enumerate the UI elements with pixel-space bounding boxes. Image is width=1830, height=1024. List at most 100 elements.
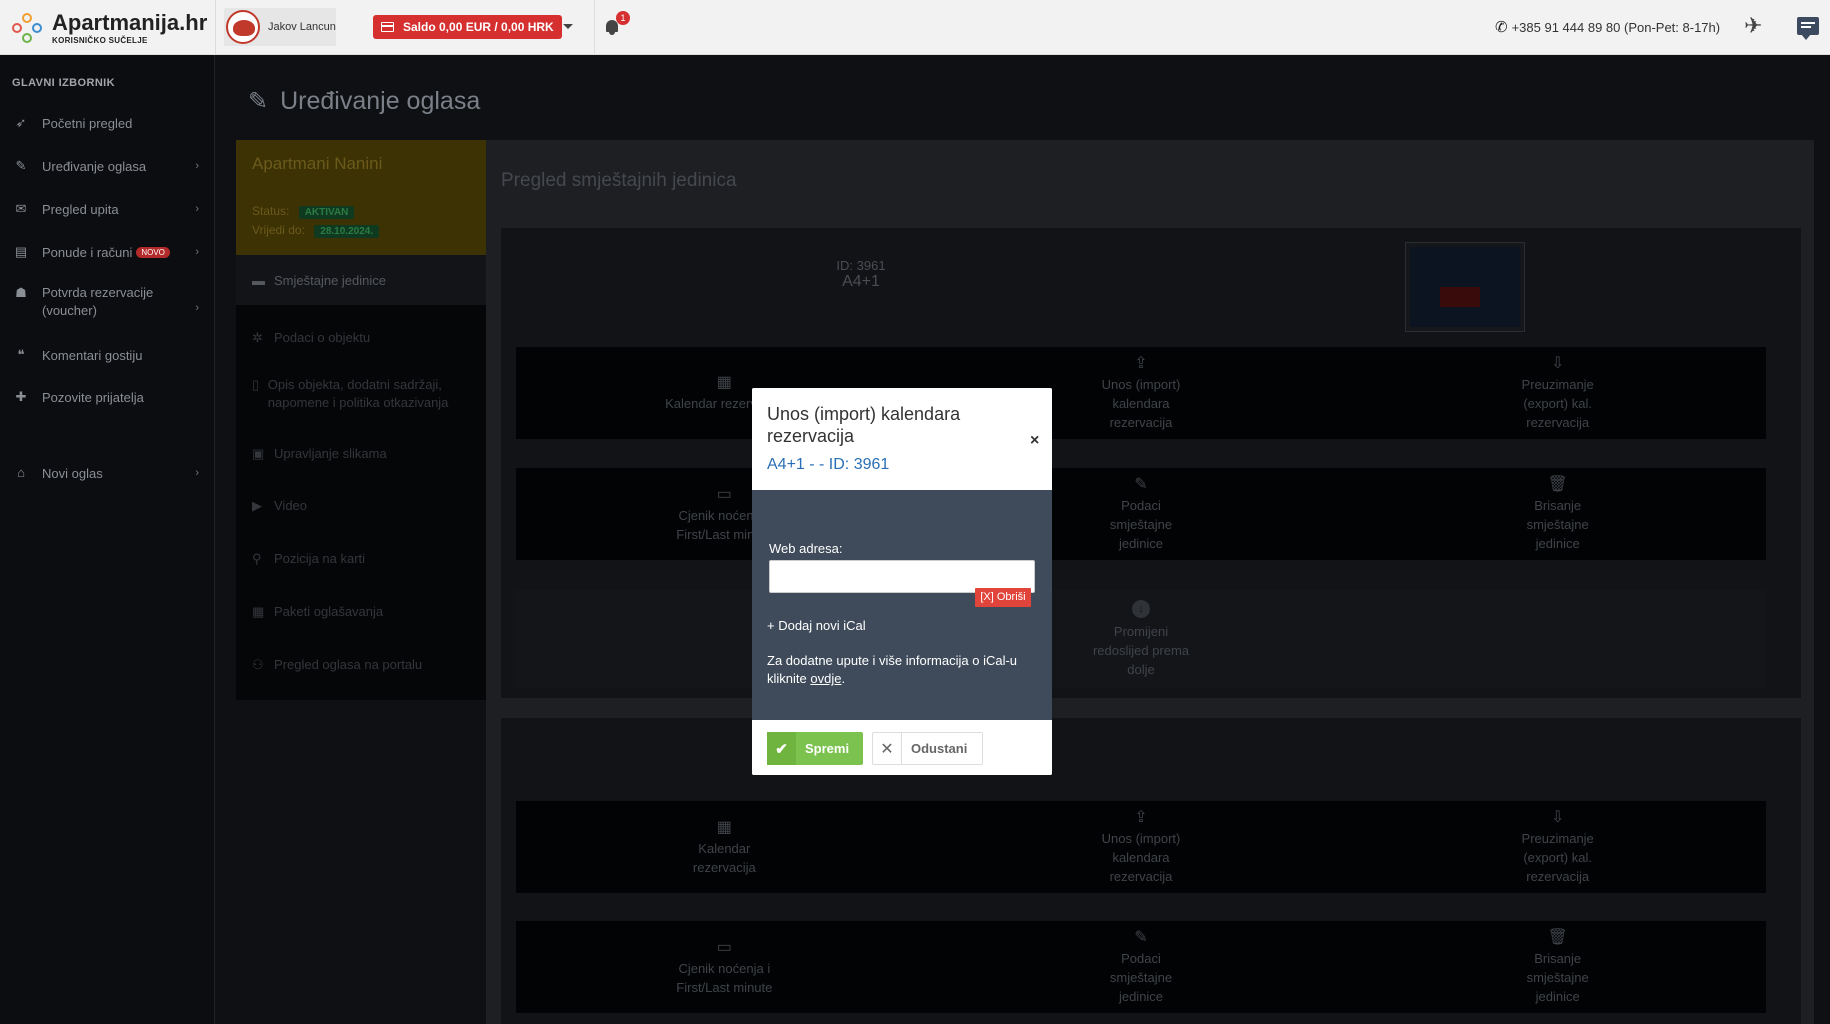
modal-header: Unos (import) kalendara rezervacija × A4…: [752, 388, 1052, 490]
calendar-button[interactable]: ▦ Kalendar rezervacija: [516, 801, 933, 893]
chevron-down-icon[interactable]: [563, 24, 573, 29]
sidebar-item-komentari-gostiju[interactable]: ❝ Komentari gostiju: [0, 345, 215, 365]
check-icon: ✔: [767, 732, 796, 765]
move-down-button[interactable]: ↓ Promijeni redoslijed prema dolje: [516, 590, 1766, 688]
modal-title: Unos (import) kalendara rezervacija: [767, 404, 961, 446]
sidebar-item-label: Početni pregled: [42, 115, 133, 131]
home-icon: ⌂: [17, 465, 25, 480]
object-menu-video[interactable]: ▶ Video: [236, 498, 486, 514]
add-ical-link[interactable]: + Dodaj novi iCal: [767, 618, 866, 633]
delete-unit-button[interactable]: 🗑 Brisanje smještajne jedinice: [1349, 921, 1766, 1013]
modal-footer: ✔ Spremi ✕ Odustani: [752, 720, 1052, 775]
sidebar-item-pregled-upita[interactable]: ✉ Pregled upita ›: [0, 199, 215, 219]
object-menu-pozicija-na-karti[interactable]: ⚲ Pozicija na karti: [236, 551, 486, 567]
sidebar-item-label: Ponude i računi: [42, 244, 133, 260]
save-button[interactable]: ✔ Spremi: [767, 732, 863, 765]
saldo-button[interactable]: Saldo 0,00 EUR / 0,00 HRK: [373, 15, 562, 39]
object-name[interactable]: Apartmani Nanini: [252, 154, 382, 174]
unit-card: A2+2 ▦Kalendar rezervacija ⇪Unos (import…: [501, 718, 1801, 1024]
status-label: Status:: [252, 204, 290, 218]
export-calendar-button[interactable]: ⇩ Preuzimanje (export) kal. rezervacija: [1349, 801, 1766, 893]
video-icon: ▶: [252, 498, 262, 513]
import-calendar-button[interactable]: ⇪ Unos (import) kalendara rezervacija: [933, 801, 1350, 893]
user-name: Jakov Lancun: [268, 21, 336, 33]
unit-actions-row: ▦ Kalendar rezervacija ⇪ Unos (import) kal…: [516, 347, 1766, 439]
object-menu-opis-objekta[interactable]: ▯ Opis objekta, dodatni sadržaji, napome…: [236, 376, 466, 412]
chat-icon[interactable]: [1797, 17, 1819, 40]
sidebar-heading: GLAVNI IZBORNIK: [12, 77, 115, 89]
object-menu-label: Podaci o objektu: [274, 330, 371, 345]
calendar-download-icon: ⇩: [1550, 355, 1565, 372]
valid-label: Vrijedi do:: [252, 223, 305, 237]
section-title: Pregled smještajnih jedinica: [501, 170, 737, 191]
unit-identity: ID: 3961 A4+1: [791, 258, 931, 291]
avatar: [226, 10, 260, 44]
support-phone: ✆ +385 91 444 89 80 (Pon-Pet: 8-17h): [1495, 17, 1720, 37]
sidebar-item-novi-oglas[interactable]: ⌂ Novi oglas ›: [0, 463, 215, 483]
object-menu-smjestajne-jedinice[interactable]: ▬ Smještajne jedinice: [236, 255, 486, 305]
map-marker-icon: ⚲: [252, 551, 262, 566]
help-text: Za dodatne upute i više informacija o iC…: [767, 653, 1018, 686]
sidebar-item-pocetni-pregled[interactable]: ➶ Početni pregled: [0, 113, 215, 133]
chevron-right-icon: ›: [195, 467, 199, 479]
object-menu-label: Smještajne jedinice: [274, 272, 387, 288]
object-menu-label: Video: [274, 498, 308, 513]
user-menu[interactable]: Jakov Lancun: [224, 8, 336, 46]
object-header: Apartmani Nanini Status: AKTIVAN Vrijedi…: [236, 140, 486, 255]
phone-icon: ✆: [1495, 19, 1508, 36]
delete-unit-button[interactable]: 🗑 Brisanje smještajne jedinice: [1349, 468, 1766, 560]
object-valid: Vrijedi do: 28.10.2024.: [252, 223, 380, 238]
calendar-upload-icon: ⇪: [1134, 809, 1148, 826]
sidebar-item-uredivanje-oglasa[interactable]: ✎ Uređivanje oglasa ›: [0, 156, 215, 176]
cancel-button[interactable]: ✕ Odustani: [872, 732, 983, 765]
divider: [215, 0, 216, 55]
ical-import-modal: Unos (import) kalendara rezervacija × A4…: [752, 388, 1052, 775]
web-address-label: Web adresa:: [769, 541, 843, 556]
divider: [594, 0, 595, 55]
trash-icon: 🗑: [1547, 929, 1568, 946]
help-link[interactable]: ovdje: [810, 671, 841, 686]
object-menu-paketi-oglasavanja[interactable]: ▦ Paketi oglašavanja: [236, 604, 486, 620]
object-menu-label: Opis objekta, dodatni sadržaji, napomene…: [267, 377, 449, 410]
object-panel: Apartmani Nanini Status: AKTIVAN Vrijedi…: [236, 140, 486, 700]
sidebar-item-label: Uređivanje oglasa: [42, 158, 147, 174]
object-menu-podaci-o-objektu[interactable]: ✲ Podaci o objektu: [236, 330, 486, 346]
pencil-icon: ✎: [15, 158, 27, 173]
object-menu-pregled-oglasa[interactable]: ⚇ Pregled oglasa na portalu: [236, 657, 486, 673]
unit-details-button[interactable]: ✎ Podaci smještajne jedinice: [933, 921, 1350, 1013]
notification-badge: 1: [616, 11, 630, 25]
comments-icon: ❝: [17, 347, 25, 362]
unit-actions-row: ▭ Cjenik noćenja i First/Last minute ✎ Pod…: [516, 921, 1766, 1013]
logo-icon: [10, 11, 44, 45]
hat-icon[interactable]: ✈: [1744, 14, 1774, 38]
object-menu-upravljanje-slikama[interactable]: ▣ Upravljanje slikama: [236, 446, 486, 462]
delete-ical-button[interactable]: [X] Obriši: [975, 588, 1031, 607]
credit-card-icon: [381, 22, 394, 32]
unit-thumbnail[interactable]: [1405, 242, 1525, 332]
object-menu-label: Pozicija na karti: [274, 551, 366, 566]
user-icon: ☗: [15, 285, 27, 300]
save-label: Spremi: [805, 741, 850, 756]
close-icon[interactable]: ×: [1030, 432, 1039, 450]
close-icon: ✕: [873, 733, 902, 764]
cancel-label: Odustani: [911, 741, 968, 756]
brand-title: Apartmanija.hr: [52, 9, 208, 35]
bed-icon: ▬: [252, 272, 265, 288]
sidebar-item-potvrda-rezervacije[interactable]: ☗ Potvrda rezervacije (voucher) ›: [0, 284, 215, 322]
unit-id: ID: 3961: [836, 258, 886, 273]
edit-icon: ✎: [1134, 476, 1148, 493]
units-content: Pregled smještajnih jedinica ID: 3961 A4…: [486, 140, 1814, 1024]
book-icon: ▯: [252, 377, 260, 392]
export-calendar-button[interactable]: ⇩ Preuzimanje (export) kal. rezervacija: [1349, 347, 1766, 439]
image-icon: ▣: [252, 446, 265, 461]
status-badge: AKTIVAN: [298, 206, 355, 219]
saldo-label: Saldo 0,00 EUR / 0,00 HRK: [403, 20, 554, 34]
pricelist-button[interactable]: ▭ Cjenik noćenja i First/Last minute: [516, 921, 933, 1013]
brand-logo[interactable]: Apartmanija.hr KORISNIČKO SUČELJE: [10, 6, 215, 50]
sidebar-item-ponude-i-racuni[interactable]: ▤ Ponude i računi NOVO ›: [0, 242, 215, 262]
object-menu-label: Pregled oglasa na portalu: [274, 657, 423, 672]
page-title-text: Uređivanje oglasa: [280, 87, 481, 115]
sidebar: GLAVNI IZBORNIK ➶ Početni pregled ✎ Uređ…: [0, 55, 215, 1024]
sidebar-item-label: Pozovite prijatelja: [42, 389, 144, 405]
sidebar-item-pozovite-prijatelja[interactable]: ✚ Pozovite prijatelja: [0, 387, 215, 407]
